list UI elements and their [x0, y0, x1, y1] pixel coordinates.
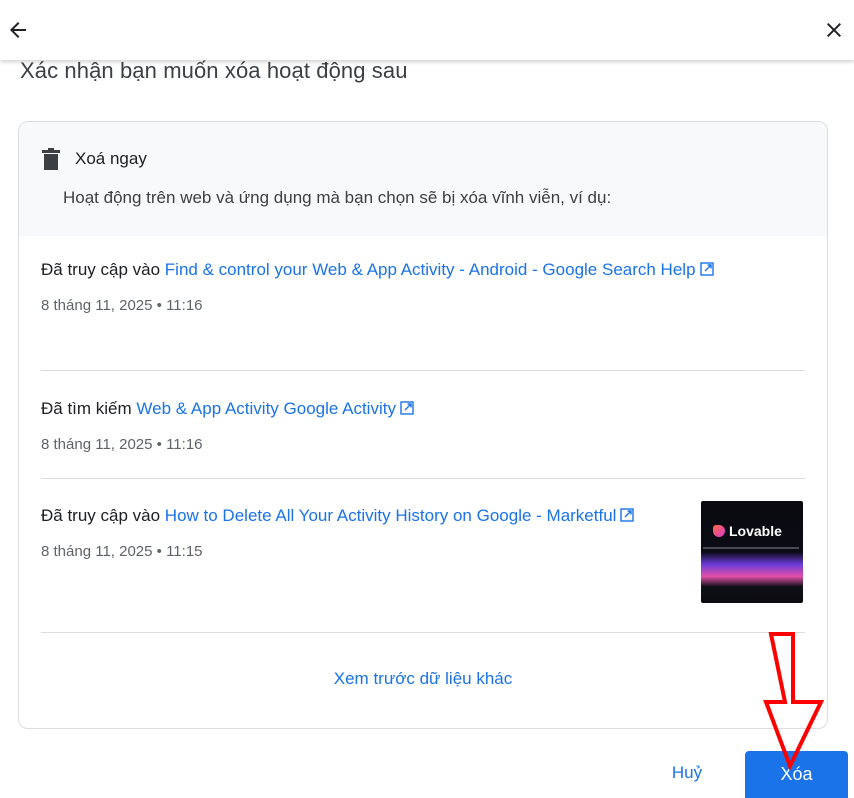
- page-heading: Xác nhận bạn muốn xóa hoạt động sau: [20, 58, 408, 83]
- trash-icon: [42, 148, 60, 170]
- item-link[interactable]: How to Delete All Your Activity History …: [165, 506, 635, 525]
- list-item: Đã tìm kiếm Web & App Activity Google Ac…: [41, 394, 805, 453]
- divider: [41, 370, 805, 371]
- item-thumbnail: Lovable: [701, 501, 803, 603]
- card-title: Xoá ngay: [75, 149, 147, 168]
- lovable-logo-icon: [713, 525, 725, 537]
- list-item: Đã truy cập vào Find & control your Web …: [41, 255, 805, 314]
- delete-button[interactable]: Xóa: [745, 751, 848, 798]
- thumbnail-decoration: [703, 547, 799, 549]
- item-timestamp: 8 tháng 11, 2025 • 11:16: [41, 297, 203, 314]
- item-link[interactable]: Web & App Activity Google Activity: [136, 399, 414, 418]
- item-prefix: Đã truy cập vào: [41, 260, 161, 279]
- item-prefix: Đã tìm kiếm: [41, 399, 132, 418]
- cancel-button[interactable]: Huỷ: [652, 753, 722, 793]
- card-header: Xoá ngay Hoạt động trên web và ứng dụng …: [19, 122, 827, 236]
- divider: [41, 478, 805, 479]
- back-button[interactable]: [2, 14, 34, 46]
- thumbnail-logo-text: Lovable: [729, 523, 782, 539]
- item-timestamp: 8 tháng 11, 2025 • 11:15: [41, 543, 203, 560]
- item-link[interactable]: Find & control your Web & App Activity -…: [165, 260, 714, 279]
- delete-summary-card: Xoá ngay Hoạt động trên web và ứng dụng …: [18, 121, 828, 729]
- external-link-icon: [699, 262, 714, 276]
- external-link-icon: [620, 508, 635, 522]
- list-item: Đã truy cập vào How to Delete All Your A…: [41, 501, 681, 560]
- arrow-left-icon: [10, 22, 26, 38]
- preview-more-link[interactable]: Xem trước dữ liệu khác: [19, 669, 827, 689]
- external-link-icon: [400, 401, 414, 415]
- item-prefix: Đã truy cập vào: [41, 506, 161, 525]
- close-icon: [827, 23, 841, 37]
- close-button[interactable]: [818, 14, 850, 46]
- top-bar: [0, 0, 854, 60]
- item-timestamp: 8 tháng 11, 2025 • 11:16: [41, 436, 203, 453]
- divider: [41, 632, 805, 633]
- card-description: Hoạt động trên web và ứng dụng mà bạn ch…: [63, 188, 612, 207]
